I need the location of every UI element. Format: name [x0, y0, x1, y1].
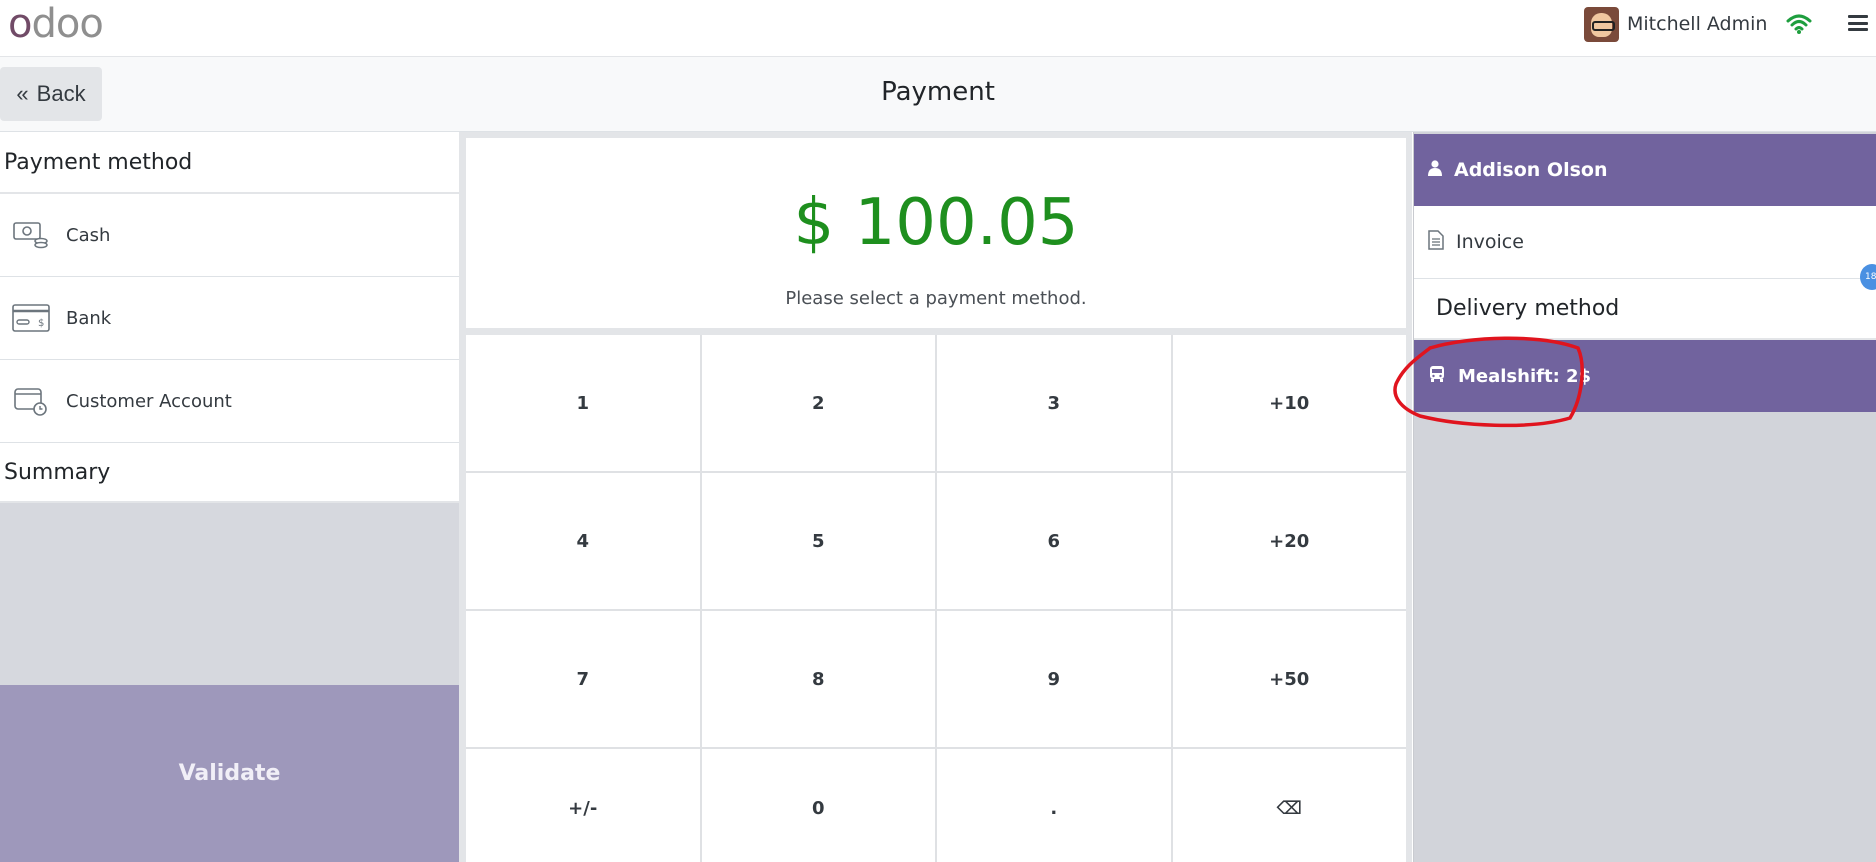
numpad-key-7[interactable]: 7 [466, 611, 700, 747]
numpad-key-1[interactable]: 1 [466, 335, 700, 471]
numpad-key-2[interactable]: 2 [701, 335, 935, 471]
bank-card-icon: $ [12, 301, 50, 335]
bus-icon [1428, 365, 1446, 388]
invoice-toggle[interactable]: Invoice [1414, 206, 1876, 279]
numpad-key-6[interactable]: 6 [937, 473, 1171, 609]
top-navbar: o doo Mitchell Admin [0, 0, 1876, 57]
payment-method-cash[interactable]: Cash [0, 194, 459, 277]
user-icon [1428, 159, 1442, 181]
hamburger-menu-icon[interactable] [1848, 13, 1868, 33]
svg-text:$: $ [38, 318, 44, 329]
numpad-key-plus-50[interactable]: +50 [1172, 611, 1406, 747]
user-menu[interactable]: Mitchell Admin [1584, 6, 1767, 42]
payment-header: « Back Payment [0, 57, 1876, 132]
payment-methods-panel: Payment method Cash $ Bank Customer Acco… [0, 132, 459, 862]
wifi-icon[interactable] [1786, 13, 1812, 35]
numpad-key-9[interactable]: 9 [937, 611, 1171, 747]
user-name: Mitchell Admin [1627, 13, 1768, 35]
payment-amount-panel: $ 100.05 Please select a payment method.… [459, 132, 1412, 862]
numpad: 1 2 3 +10 4 5 6 +20 7 8 9 +50 +/- 0 . ⌫ [466, 335, 1406, 862]
payment-method-heading: Payment method [0, 132, 459, 194]
file-text-icon [1428, 229, 1444, 255]
cash-icon [12, 218, 50, 252]
amount-due: $ 100.05 [793, 186, 1079, 260]
customer-name: Addison Olson [1454, 159, 1608, 181]
numpad-key-0[interactable]: 0 [701, 749, 935, 862]
payment-method-bank[interactable]: $ Bank [0, 277, 459, 360]
payment-method-label: Bank [66, 307, 112, 329]
payment-method-customer-account[interactable]: Customer Account [0, 360, 459, 443]
invoice-label: Invoice [1456, 231, 1524, 253]
customer-account-icon [12, 384, 50, 418]
page-title: Payment [881, 77, 995, 107]
numpad-key-plus-minus[interactable]: +/- [466, 749, 700, 862]
numpad-key-3[interactable]: 3 [937, 335, 1171, 471]
delivery-method-option[interactable]: Mealshift: 2$ [1414, 340, 1876, 412]
delivery-method-label: Mealshift: 2$ [1458, 365, 1592, 387]
customer-button[interactable]: Addison Olson [1414, 134, 1876, 206]
validate-button[interactable]: Validate [0, 685, 459, 862]
numpad-key-4[interactable]: 4 [466, 473, 700, 609]
numpad-key-8[interactable]: 8 [701, 611, 935, 747]
payment-method-label: Cash [66, 224, 111, 246]
user-avatar [1584, 6, 1619, 42]
payment-method-label: Customer Account [66, 390, 232, 412]
summary-heading: Summary [0, 443, 459, 503]
odoo-logo[interactable]: o doo [8, 4, 104, 44]
numpad-key-plus-10[interactable]: +10 [1172, 335, 1406, 471]
numpad-key-backspace[interactable]: ⌫ [1172, 749, 1406, 862]
numpad-key-plus-20[interactable]: +20 [1172, 473, 1406, 609]
numpad-key-decimal[interactable]: . [937, 749, 1171, 862]
delivery-method-heading: Delivery method [1414, 279, 1876, 340]
amount-display: $ 100.05 Please select a payment method. [466, 138, 1406, 328]
numpad-key-5[interactable]: 5 [701, 473, 935, 609]
order-options-panel: Addison Olson Invoice Delivery method Me [1413, 132, 1876, 862]
payment-hint: Please select a payment method. [785, 288, 1087, 309]
